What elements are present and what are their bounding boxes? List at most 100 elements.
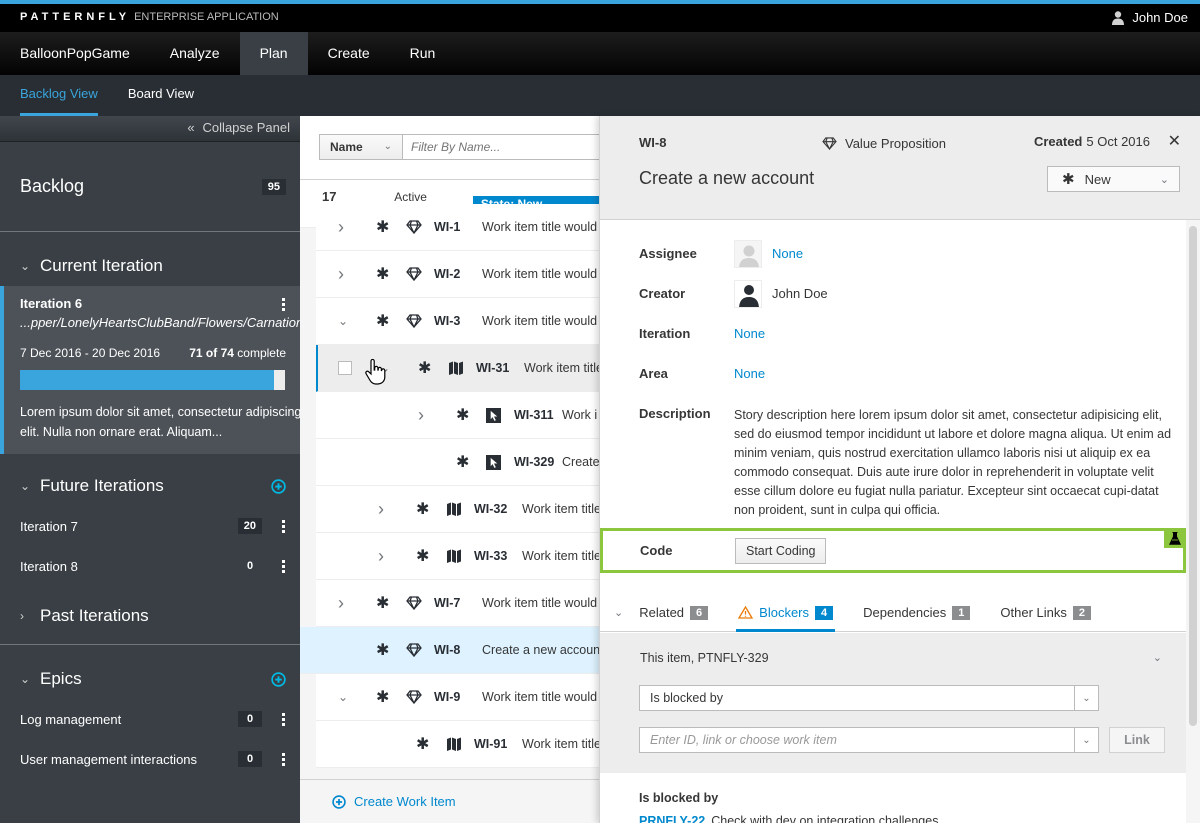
start-coding-button[interactable]: Start Coding [735,538,827,564]
backlog-header[interactable]: Backlog 95 [0,142,300,232]
past-iterations-header[interactable]: › Past Iterations [0,596,300,636]
work-item-search-input[interactable]: Enter ID, link or choose work item ⌄ [639,727,1099,753]
kebab-menu-icon[interactable] [282,298,286,311]
current-iteration-header[interactable]: ⌄ Current Iteration [0,246,300,286]
work-item-row[interactable]: ⌄ ✱ WI-9 Work item title would [316,674,600,721]
work-item-title[interactable]: Work item title [522,502,600,516]
work-item-title[interactable]: Work item title would [482,220,597,234]
iteration-item[interactable]: Iteration 7 20 [0,506,300,546]
diamond-icon [406,643,422,658]
epics-header[interactable]: ⌄ Epics [0,659,300,699]
double-chevron-left-icon: « [187,120,195,135]
work-item-row[interactable]: ⌄ ✱ WI-3 Work item title would [316,298,600,345]
nav-create[interactable]: Create [308,32,390,75]
work-item-title[interactable]: Work item title would [482,314,597,328]
chevron-right-icon[interactable]: › [418,405,424,426]
tab-label: Dependencies [863,605,947,620]
chevron-down-icon[interactable]: ⌄ [614,606,623,619]
chevron-right-icon[interactable]: › [338,217,344,238]
work-item-row[interactable]: › ✱ WI-311 Work i [316,392,600,439]
work-item-id: WI-31 [476,361,510,375]
chevron-right-icon[interactable]: › [338,264,344,285]
epic-item[interactable]: Log management 0 [0,699,300,739]
experimental-badge [1164,528,1186,548]
tab-backlog-view[interactable]: Backlog View [20,75,98,116]
kebab-menu-icon[interactable] [282,519,286,533]
work-item-title[interactable]: Work item title would [482,690,597,704]
kebab-menu-icon[interactable] [282,712,286,726]
work-item-row[interactable]: ✱ WI-329 Create [316,439,600,486]
scrollbar[interactable] [1189,226,1197,726]
tab-board-view[interactable]: Board View [128,75,194,116]
secondary-nav: Backlog View Board View [0,75,1200,116]
create-work-item-button[interactable]: Create Work Item [300,779,600,823]
iteration-item[interactable]: Iteration 8 0 [0,546,300,586]
work-item-id: WI-7 [434,596,461,610]
future-iterations-header[interactable]: ⌄ Future Iterations [0,466,300,506]
sidebar: « Collapse Panel Backlog 95 ⌄ Current Ite… [0,116,300,823]
nav-project[interactable]: BalloonPopGame [0,32,150,75]
work-item-title[interactable]: Work item title [522,549,600,563]
filter-input[interactable] [403,134,600,160]
tab-related[interactable]: Related 6 [637,594,710,632]
iteration-label: Iteration [639,326,691,341]
work-item-row[interactable]: › ✱ WI-32 Work item title [316,486,600,533]
tab-label: Other Links [1000,605,1067,620]
blocker-id-link[interactable]: PRNFLY-22 [639,814,705,823]
current-iteration-card[interactable]: Iteration 6 ...pper/LonelyHeartsClubBand… [0,286,300,454]
asterisk-icon: ✱ [418,360,432,377]
close-icon[interactable]: ✕ [1168,131,1181,151]
row-checkbox[interactable] [338,361,352,375]
work-item-row[interactable]: › ✱ WI-7 Work item title would [316,580,600,627]
collapse-panel-button[interactable]: « Collapse Panel [0,116,300,142]
add-circle-icon[interactable] [271,671,286,687]
link-button[interactable]: Link [1109,727,1165,753]
work-item-title[interactable]: Create [562,455,600,469]
relation-value: Is blocked by [650,691,723,705]
chevron-down-icon[interactable]: ⌄ [1153,651,1162,664]
tab-dependencies[interactable]: Dependencies 1 [861,594,972,632]
section-title: Epics [40,669,82,688]
filter-field-select[interactable]: Name ⌄ [319,134,403,160]
work-item-row[interactable]: ⌄ ✱ WI-31 Work item title [316,345,600,392]
work-item-row[interactable]: ✱ WI-8 Create a new account [300,627,600,674]
work-item-row[interactable]: › ✱ WI-1 Work item title would [316,204,600,251]
tab-blockers[interactable]: Blockers 4 [736,594,836,632]
area-value[interactable]: None [734,366,765,381]
chevron-down-icon[interactable]: ⌄ [20,259,32,273]
chevron-right-icon[interactable]: › [378,499,384,520]
chevron-right-icon[interactable]: › [378,546,384,567]
kebab-menu-icon[interactable] [282,559,286,573]
detail-header: WI-8 Value Proposition Created 5 Oct 2016… [600,116,1200,220]
assignee-value[interactable]: None [772,246,803,261]
work-item-title[interactable]: Work item title would [482,596,597,610]
work-item-row[interactable]: ✱ WI-91 Work item title [316,721,600,768]
state-dropdown[interactable]: ✱ New ⌄ [1047,166,1180,192]
chevron-down-icon[interactable]: ⌄ [20,479,32,493]
nav-analyze[interactable]: Analyze [150,32,240,75]
epic-item[interactable]: User management interactions 0 [0,739,300,779]
work-item-title[interactable]: Work item title would [482,267,597,281]
detail-title[interactable]: Create a new account [639,168,814,189]
iteration-value[interactable]: None [734,326,765,341]
chevron-down-icon[interactable]: ⌄ [338,690,348,704]
work-item-title[interactable]: Work i [562,408,597,422]
nav-run[interactable]: Run [390,32,456,75]
chevron-right-icon[interactable]: › [20,609,32,623]
kebab-menu-icon[interactable] [282,752,286,766]
description-value[interactable]: Story description here lorem ipsum dolor… [734,406,1174,520]
chevron-down-icon[interactable]: ⌄ [338,314,348,328]
nav-plan[interactable]: Plan [239,32,308,75]
relation-select[interactable]: Is blocked by ⌄ [639,685,1099,711]
chevron-down-icon[interactable]: ⌄ [20,672,32,686]
work-item-title[interactable]: Work item title [522,737,600,751]
add-circle-icon[interactable] [271,478,286,494]
tab-other-links[interactable]: Other Links 2 [998,594,1093,632]
work-item-title[interactable]: Create a new account [482,643,600,657]
work-item-row[interactable]: › ✱ WI-2 Work item title would [316,251,600,298]
user-menu[interactable]: John Doe [1112,10,1188,25]
work-item-title[interactable]: Work item title [524,361,600,375]
chevron-right-icon[interactable]: › [338,593,344,614]
work-item-row[interactable]: › ✱ WI-33 Work item title [316,533,600,580]
map-icon [446,502,462,516]
